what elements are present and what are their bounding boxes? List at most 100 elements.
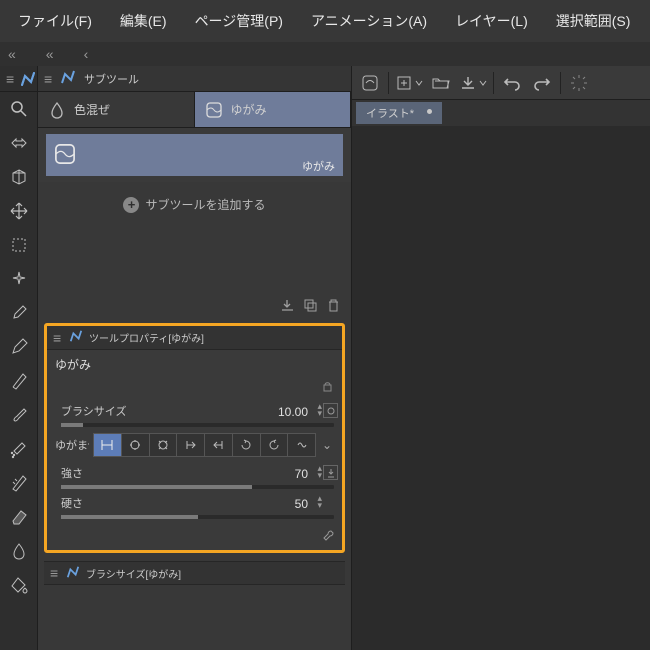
mode-reconstruct[interactable] [288,434,315,456]
canvas[interactable] [352,126,650,650]
dirty-indicator-icon [427,109,432,114]
wrench-icon[interactable] [322,532,336,546]
subtool-item-liquify[interactable]: ゆがみ [46,134,343,176]
tool-3d[interactable] [0,160,37,194]
open-button[interactable] [427,69,455,97]
menu-page[interactable]: ページ管理(P) [183,5,295,37]
hamburger-icon[interactable]: ≡ [47,330,65,346]
tool-marquee[interactable] [0,228,37,262]
brush-size-panel: ≡ ブラシサイズ[ゆがみ] [44,561,345,585]
chevron-down-icon [479,79,487,87]
tool-brush[interactable] [0,398,37,432]
tab-label: 色混ぜ [74,101,110,118]
chevron-down-icon [415,79,423,87]
back-chevron-icon[interactable]: ‹ [80,46,93,62]
mode-push[interactable] [94,434,122,456]
collapse-chevron-icon[interactable]: « [42,46,58,62]
tool-airbrush[interactable] [0,432,37,466]
hamburger-icon[interactable]: ≡ [44,565,62,581]
current-tool-name: ゆがみ [47,350,342,379]
new-group[interactable] [393,69,425,97]
stepper-icon[interactable]: ▴▾ [317,465,322,479]
redo-button[interactable] [528,69,556,97]
mode-twirl-ccw[interactable] [261,434,289,456]
mode-push-left[interactable] [177,434,205,456]
tool-property-header: ≡ ツールプロパティ[ゆがみ] [47,326,342,350]
import-icon[interactable] [280,298,295,316]
menu-file[interactable]: ファイル(F) [6,5,104,37]
tool-wand[interactable] [0,262,37,296]
subtool-actions [38,295,351,319]
tool-move[interactable] [0,126,37,160]
liquify-mode-row: ゆがませ方 ⌄ [47,429,342,461]
lock-icon[interactable] [321,381,334,395]
tab-label: ゆがみ [231,101,267,118]
subtool-item-label: ゆがみ [302,158,335,174]
tool-strip: ≡ [0,66,38,650]
document-name: イラスト* [366,108,414,120]
tool-eraser[interactable] [0,500,37,534]
collapse-chevron-icon[interactable]: « [4,46,20,62]
brush-icon [69,329,83,346]
document-tab[interactable]: イラスト* [356,102,442,124]
strength-value[interactable]: 70 [295,467,308,481]
tool-pen[interactable] [0,330,37,364]
plus-circle-icon: + [123,197,139,213]
active-tool-icon[interactable] [18,71,37,87]
mode-push-right[interactable] [205,434,233,456]
hamburger-icon[interactable]: ≡ [0,71,18,87]
tool-zoom[interactable] [0,92,37,126]
main-layout: ≡ ≡ サブツール 色混ぜ [0,66,650,650]
panel-title: ブラシサイズ[ゆがみ] [84,566,181,581]
tool-blend[interactable] [0,534,37,568]
document-tabs: イラスト* [352,100,650,126]
tool-decoration[interactable] [0,466,37,500]
add-subtool-button[interactable]: + サブツールを追加する [38,182,351,227]
subtool-panel: ≡ サブツール 色混ぜ ゆがみ ゆがみ + サブツールを追加する [38,66,352,650]
mode-pinch[interactable] [150,434,178,456]
menu-edit[interactable]: 編集(E) [108,5,179,37]
mode-selector [93,433,316,457]
mode-expand[interactable] [122,434,150,456]
hardness-slider[interactable] [61,515,334,519]
tool-property-panel: ≡ ツールプロパティ[ゆがみ] ゆがみ ブラシサイズ 10.00 ▴▾ ゆがませ… [44,323,345,553]
tool-fill[interactable] [0,568,37,602]
trash-icon[interactable] [326,298,341,316]
subtool-panel-header: ≡ サブツール [38,66,351,92]
menu-selection[interactable]: 選択範囲(S) [544,5,643,37]
menu-animation[interactable]: アニメーション(A) [299,5,439,37]
subtool-tab-row: 色混ぜ ゆがみ [38,92,351,128]
toolstrip-header: ≡ [0,66,37,92]
blend-icon [46,99,68,121]
hardness-value[interactable]: 50 [295,497,308,511]
tool-move-layer[interactable] [0,194,37,228]
hardness-label: 硬さ [61,495,334,511]
add-subtool-label: サブツールを追加する [145,196,265,213]
tool-eyedropper[interactable] [0,296,37,330]
duplicate-icon[interactable] [303,298,318,316]
tool-pencil[interactable] [0,364,37,398]
mode-twirl-cw[interactable] [233,434,261,456]
tab-liquify[interactable]: ゆがみ [195,92,352,127]
strength-slider[interactable] [61,485,334,489]
canvas-toolbar [352,66,650,100]
brush-icon [66,565,80,582]
hamburger-icon[interactable]: ≡ [38,71,56,87]
stepper-icon[interactable]: ▴▾ [317,403,322,417]
chevron-down-icon[interactable]: ⌄ [320,438,334,452]
strength-row: 強さ 70 ▴▾ [47,461,342,491]
brush-icon [60,69,76,88]
save-group[interactable] [457,69,489,97]
undo-button[interactable] [498,69,526,97]
pressure-toggle-icon[interactable] [323,403,338,418]
menu-layer[interactable]: レイヤー(L) [443,5,540,37]
mode-label: ゆがませ方 [55,437,89,453]
clear-button[interactable] [356,69,384,97]
pressure-toggle-icon[interactable] [323,465,338,480]
hardness-row: 硬さ 50 ▴▾ [47,491,342,521]
tab-blend[interactable]: 色混ぜ [38,92,195,127]
stepper-icon[interactable]: ▴▾ [317,495,322,509]
panel-title: ツールプロパティ[ゆがみ] [87,330,204,345]
brush-size-slider[interactable] [61,423,334,427]
brush-size-value[interactable]: 10.00 [278,405,308,419]
